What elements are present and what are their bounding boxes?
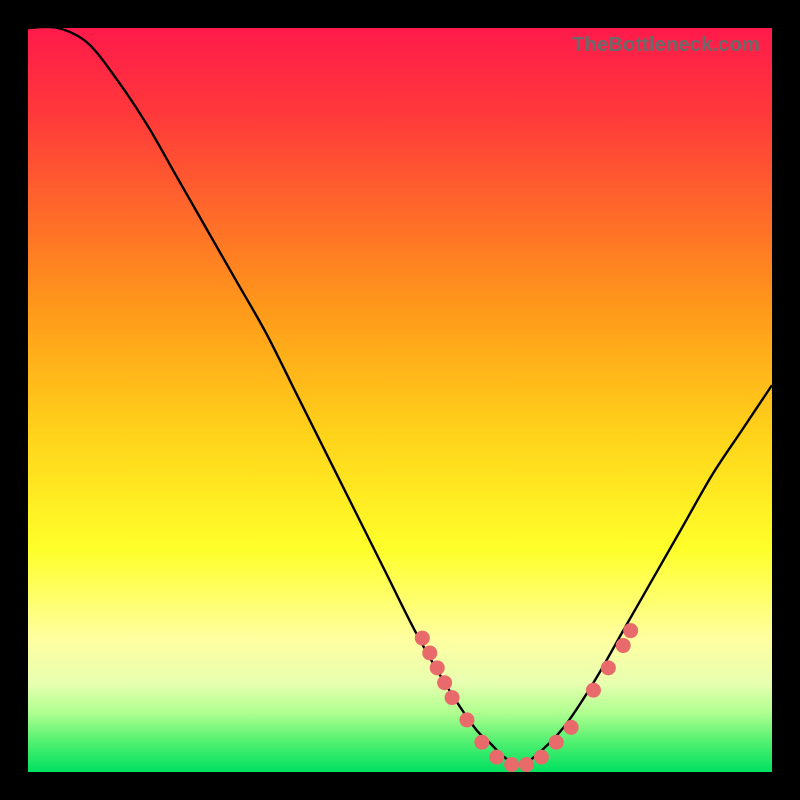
data-marker <box>564 720 579 735</box>
data-marker <box>549 735 564 750</box>
data-marker <box>601 660 616 675</box>
data-marker <box>534 750 549 765</box>
bottleneck-curve <box>28 28 772 772</box>
data-marker <box>459 712 474 727</box>
chart-frame: TheBottleneck.com <box>0 0 800 800</box>
bottleneck-line <box>28 27 772 765</box>
data-marker <box>586 683 601 698</box>
plot-area: TheBottleneck.com <box>28 28 772 772</box>
data-marker <box>422 645 437 660</box>
data-marker <box>445 690 460 705</box>
data-marker <box>504 757 519 772</box>
data-marker <box>430 660 445 675</box>
data-marker <box>616 638 631 653</box>
data-marker <box>519 757 534 772</box>
data-marker <box>474 735 489 750</box>
data-marker <box>489 750 504 765</box>
data-marker <box>415 631 430 646</box>
data-marker <box>437 675 452 690</box>
data-marker <box>623 623 638 638</box>
